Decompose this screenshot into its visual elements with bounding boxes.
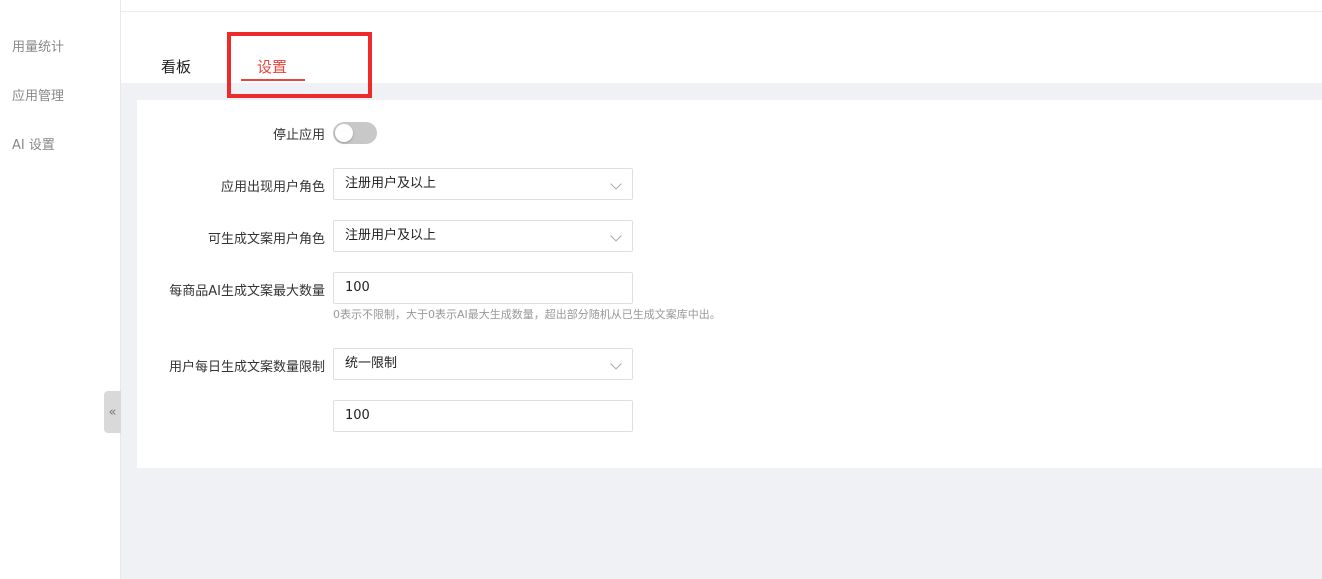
max-per-product-hint: 0表示不限制，大于0表示AI最大生成数量，超出部分随机从已生成文案库中出。: [333, 308, 721, 321]
tab-bar: 看板 设置: [121, 12, 1322, 83]
daily-limit-count-input[interactable]: 100: [333, 400, 633, 432]
sidebar-item-app-management[interactable]: 应用管理: [12, 85, 64, 104]
app-visible-role-value: 注册用户及以上: [345, 176, 437, 191]
top-bar: [121, 0, 1322, 12]
copy-gen-role-value: 注册用户及以上: [345, 228, 437, 243]
chevron-down-icon: [610, 358, 622, 370]
daily-limit-label: 用户每日生成文案数量限制: [168, 360, 325, 375]
toggle-knob: [335, 124, 353, 142]
tab-settings[interactable]: 设置: [257, 56, 287, 77]
sidebar-item-ai-settings[interactable]: AI 设置: [12, 134, 55, 153]
sidebar-item-usage-stats[interactable]: 用量统计: [12, 36, 64, 55]
copy-gen-role-label: 可生成文案用户角色: [207, 232, 325, 247]
app-visible-role-label: 应用出现用户角色: [220, 180, 325, 195]
max-per-product-input[interactable]: 100: [333, 272, 633, 304]
daily-limit-select[interactable]: 统一限制: [333, 348, 633, 380]
copy-gen-role-select[interactable]: 注册用户及以上: [333, 220, 633, 252]
stop-app-toggle[interactable]: [333, 122, 377, 144]
stop-app-label: 停止应用: [272, 128, 325, 143]
max-per-product-label: 每商品AI生成文案最大数量: [169, 284, 325, 299]
chevron-double-left-icon: «: [108, 404, 117, 420]
tab-dashboard[interactable]: 看板: [161, 56, 191, 77]
app-visible-role-select[interactable]: 注册用户及以上: [333, 168, 633, 200]
sidebar-collapse-button[interactable]: «: [104, 391, 121, 433]
sidebar: 用量统计 应用管理 AI 设置: [0, 0, 121, 579]
chevron-down-icon: [610, 178, 622, 190]
daily-limit-value: 统一限制: [345, 356, 398, 371]
chevron-down-icon: [610, 230, 622, 242]
active-tab-indicator: [241, 79, 305, 81]
